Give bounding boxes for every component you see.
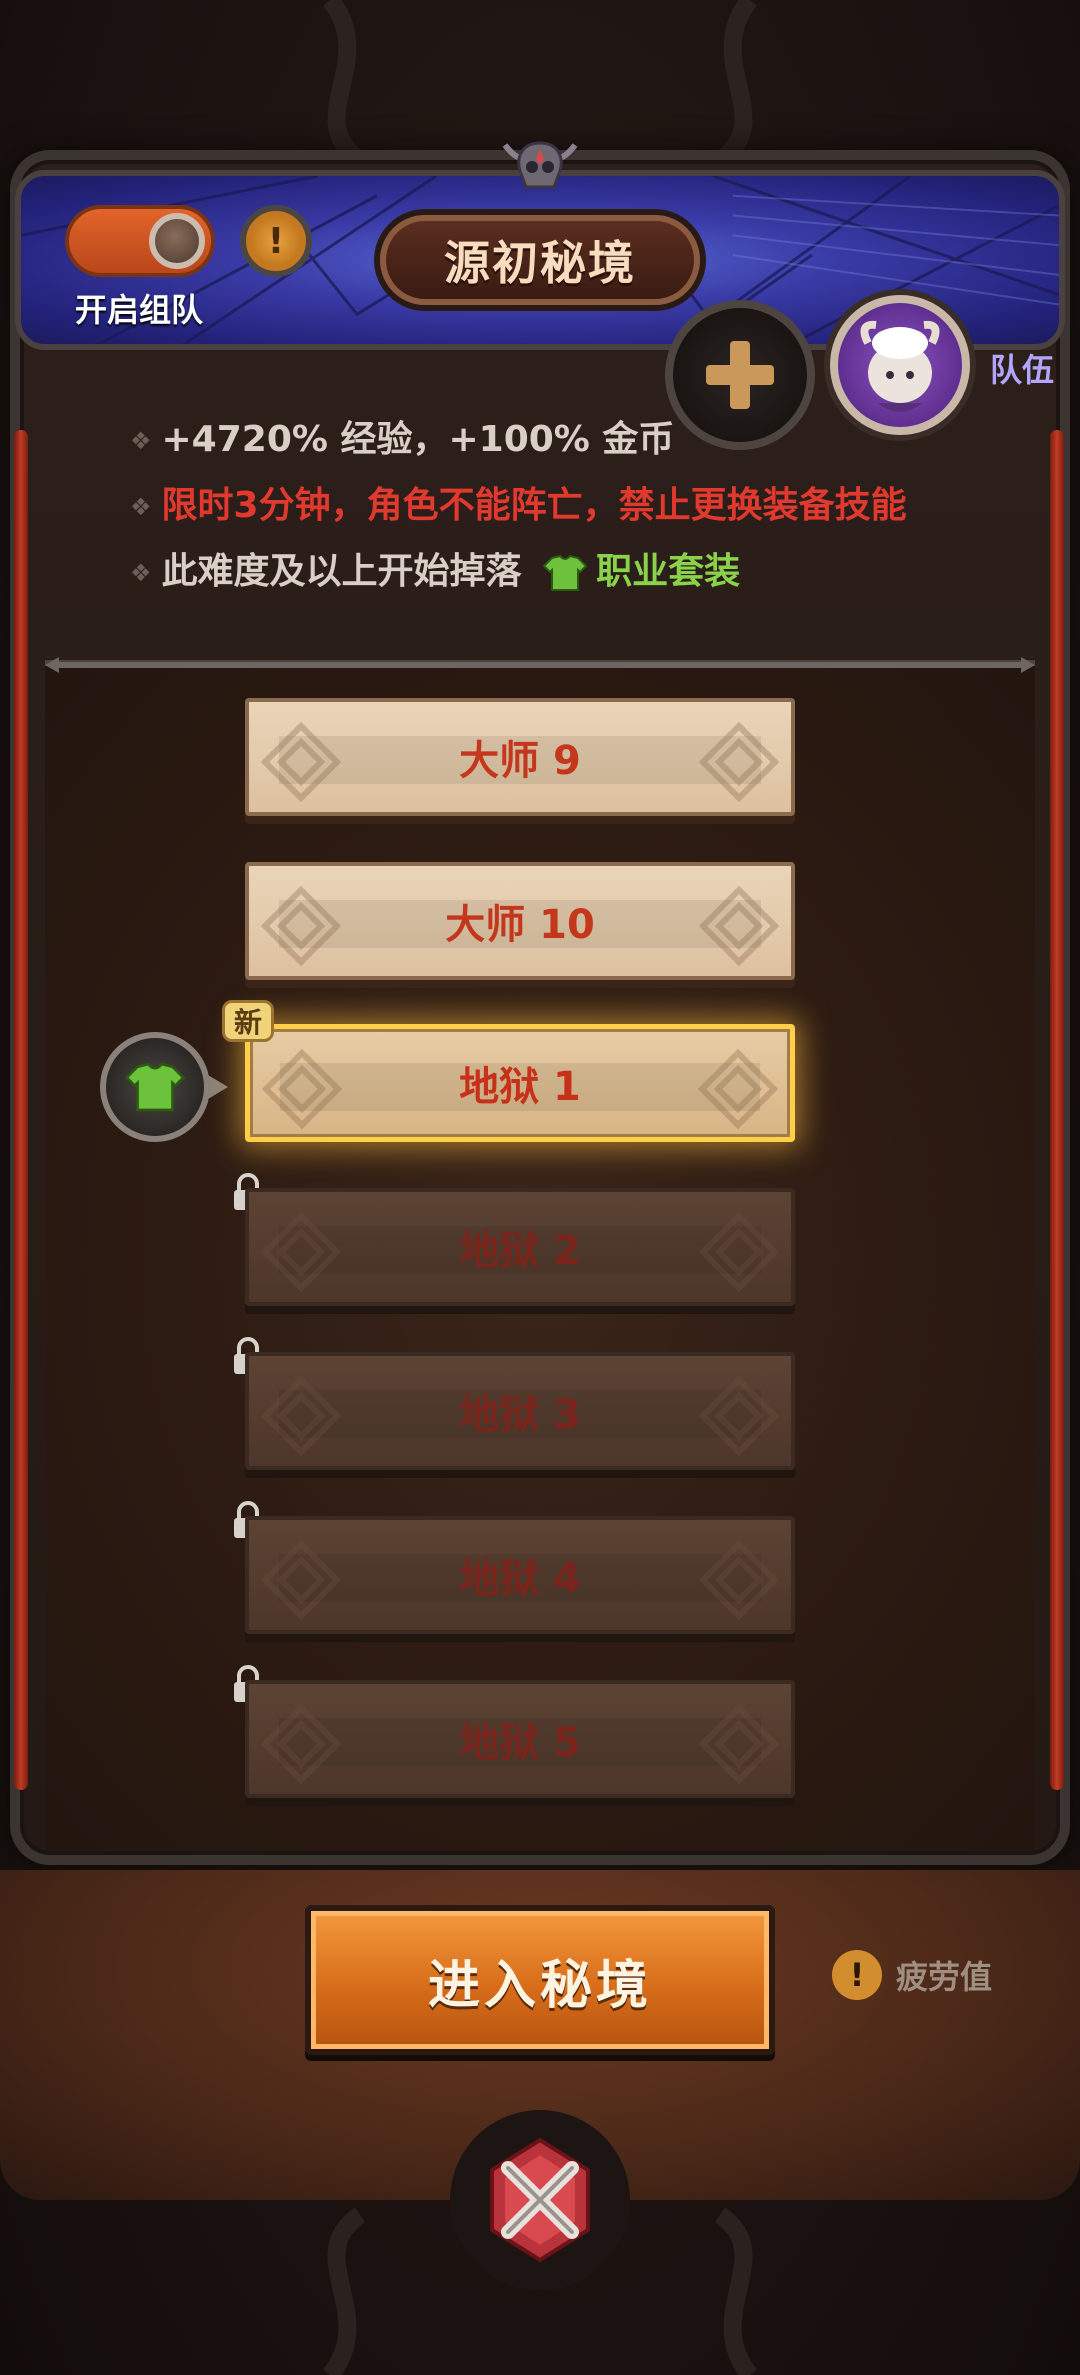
armor-icon xyxy=(542,554,588,591)
difficulty-label: 大师 9 xyxy=(459,738,581,784)
info-button[interactable]: ! xyxy=(240,205,312,277)
difficulty-hell-5[interactable]: 地狱 5 xyxy=(245,1680,795,1798)
knot-ornament xyxy=(261,1212,341,1292)
knot-ornament xyxy=(261,722,341,802)
enter-dungeon-button[interactable]: 进入秘境 xyxy=(305,1905,775,2055)
fatigue-info[interactable]: ! 疲劳值 xyxy=(832,1950,992,2000)
armor-icon xyxy=(124,1062,186,1112)
close-button[interactable] xyxy=(450,2110,630,2290)
difficulty-master-10[interactable]: 大师 10 xyxy=(245,862,795,980)
difficulty-hell-1[interactable]: 地狱 1 xyxy=(245,1024,795,1142)
team-label[interactable]: 队伍 xyxy=(990,345,1054,391)
difficulty-label: 地狱 5 xyxy=(459,1720,581,1766)
difficulty-hell-4[interactable]: 地狱 4 xyxy=(245,1516,795,1634)
knot-ornament xyxy=(699,1540,779,1620)
close-icon xyxy=(490,2137,590,2263)
pointer-arrow-icon xyxy=(208,1075,228,1099)
bonus-line: ❖ +4720% 经验，+100% 金币 xyxy=(130,410,674,462)
knot-ornament xyxy=(699,1704,779,1784)
team-toggle[interactable] xyxy=(65,205,215,277)
drop-text: 此难度及以上开始掉落 xyxy=(161,551,522,592)
left-side-bar xyxy=(14,430,28,1790)
difficulty-label: 大师 10 xyxy=(445,902,595,948)
knot-ornament xyxy=(699,886,779,966)
knot-ornament xyxy=(261,886,341,966)
warning-icon: ! xyxy=(832,1950,882,2000)
difficulty-hell-3[interactable]: 地狱 3 xyxy=(245,1352,795,1470)
right-side-bar xyxy=(1050,430,1064,1790)
dungeon-screen: 开启组队 ! 源初秘境 队伍 ❖ +4720% 经验，+100% 金币 ❖ 限时3分… xyxy=(0,0,1080,2375)
difficulty-label: 地狱 1 xyxy=(459,1064,581,1110)
avatar-icon xyxy=(860,320,940,412)
knot-ornament xyxy=(261,1376,341,1456)
team-toggle-label: 开启组队 xyxy=(75,291,204,329)
drop-line: ❖ 此难度及以上开始掉落 职业套装 xyxy=(130,542,740,594)
title-plate: 源初秘境 xyxy=(380,215,700,305)
knot-ornament xyxy=(261,1540,341,1620)
knot-ornament xyxy=(262,1049,342,1129)
difficulty-label: 地狱 3 xyxy=(459,1392,581,1438)
difficulty-label: 地狱 2 xyxy=(459,1228,581,1274)
bullet-icon: ❖ xyxy=(130,427,152,455)
rule-text: 限时3分钟，角色不能阵亡，禁止更换装备技能 xyxy=(161,485,907,526)
skull-icon xyxy=(502,141,578,189)
add-member-button[interactable] xyxy=(665,300,815,450)
difficulty-label: 地狱 4 xyxy=(459,1556,581,1602)
page-title: 源初秘境 xyxy=(444,236,636,290)
bonus-text: +4720% 经验，+100% 金币 xyxy=(161,419,675,460)
team-avatar-button[interactable] xyxy=(830,295,970,435)
bullet-icon: ❖ xyxy=(130,559,152,587)
bullet-icon: ❖ xyxy=(130,493,152,521)
knot-ornament xyxy=(699,1376,779,1456)
fatigue-label: 疲劳值 xyxy=(896,1958,993,1996)
toggle-knob[interactable] xyxy=(149,213,205,269)
rule-line: ❖ 限时3分钟，角色不能阵亡，禁止更换装备技能 xyxy=(130,476,907,528)
knot-ornament xyxy=(698,1049,778,1129)
enter-dungeon-label: 进入秘境 xyxy=(427,1955,652,2016)
difficulty-master-9[interactable]: 大师 9 xyxy=(245,698,795,816)
divider xyxy=(45,657,1035,673)
knot-ornament xyxy=(699,1212,779,1292)
difficulty-hell-2[interactable]: 地狱 2 xyxy=(245,1188,795,1306)
add-icon xyxy=(706,341,774,409)
knot-ornament xyxy=(699,722,779,802)
class-set-text: 职业套装 xyxy=(596,551,741,592)
knot-ornament xyxy=(261,1704,341,1784)
new-badge: 新 xyxy=(222,1000,274,1042)
class-set-drop-badge xyxy=(100,1032,210,1142)
